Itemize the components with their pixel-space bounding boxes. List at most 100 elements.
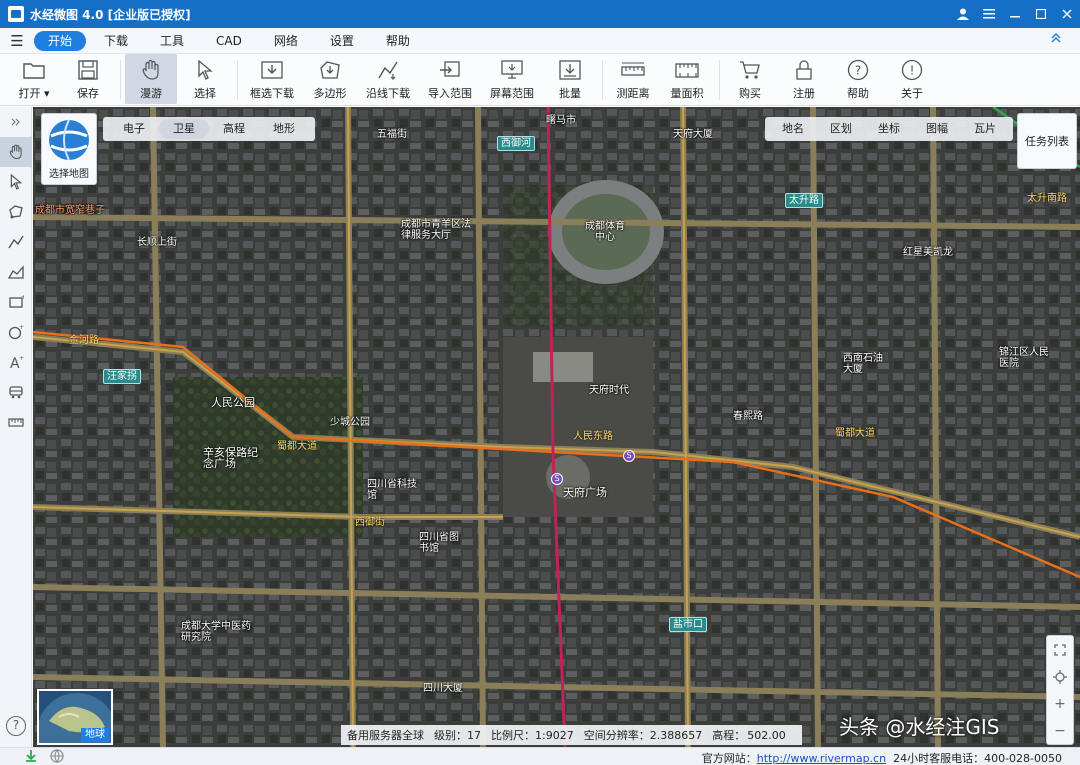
- select-button[interactable]: 选择: [179, 54, 231, 104]
- overview-label: 地球: [81, 728, 109, 742]
- poi-label: 成都市宽窄巷子: [35, 205, 105, 216]
- road-label: 蜀都大道: [835, 428, 875, 439]
- website-label: 官方网站：: [701, 752, 757, 765]
- hand-tool-icon[interactable]: [0, 137, 32, 167]
- map-type-satellite[interactable]: 卫星: [159, 119, 209, 139]
- measure-area-button[interactable]: 量面积: [661, 54, 713, 104]
- circle-tool-icon[interactable]: +: [0, 317, 32, 347]
- minimize-button[interactable]: [1002, 0, 1028, 28]
- marker-tool-icon[interactable]: [0, 197, 32, 227]
- line-tool-icon[interactable]: [0, 227, 32, 257]
- website-link[interactable]: http://www.rivermap.cn: [757, 752, 886, 765]
- globe-status-icon[interactable]: [50, 749, 64, 765]
- save-button[interactable]: 保存: [62, 54, 114, 104]
- poi-label: 成都市青羊区法律服务大厅: [401, 219, 471, 241]
- register-button[interactable]: 注册: [778, 54, 830, 104]
- import-extent-button[interactable]: 导入范围: [420, 54, 480, 104]
- import-extent-label: 导入范围: [428, 87, 472, 100]
- ruler-tool-icon[interactable]: [0, 407, 32, 437]
- about-button[interactable]: ! 关于: [886, 54, 938, 104]
- menu-list-icon[interactable]: [976, 0, 1002, 28]
- hamburger-icon[interactable]: ☰: [0, 32, 34, 50]
- pan-button[interactable]: 漫游: [125, 54, 177, 104]
- map-scale: 比例尺：1:9027: [491, 729, 574, 742]
- road-label: 蜀都大道: [277, 441, 317, 452]
- menu-settings[interactable]: 设置: [316, 31, 368, 51]
- poi-label: 曙马市: [546, 115, 576, 126]
- expand-sidebar-icon[interactable]: [0, 107, 32, 137]
- map-type-vector[interactable]: 电子: [109, 119, 159, 139]
- menu-download[interactable]: 下载: [90, 31, 142, 51]
- batch-icon: [558, 58, 582, 82]
- menu-cad[interactable]: CAD: [202, 31, 256, 51]
- map-source-switcher[interactable]: 选择地图: [41, 113, 97, 185]
- satellite-imagery: [33, 107, 1080, 747]
- menu-network[interactable]: 网络: [260, 31, 312, 51]
- save-icon: [76, 58, 100, 82]
- layer-tiles[interactable]: 瓦片: [961, 119, 1009, 139]
- user-icon[interactable]: [950, 0, 976, 28]
- menu-help[interactable]: 帮助: [372, 31, 424, 51]
- batch-button[interactable]: 批量: [544, 54, 596, 104]
- collapse-ribbon-icon[interactable]: [1050, 32, 1062, 48]
- area-tool-icon[interactable]: [0, 257, 32, 287]
- server-name: 备用服务器全球: [347, 729, 424, 742]
- svg-text:?: ?: [855, 64, 861, 78]
- batch-label: 批量: [559, 87, 581, 100]
- about-label: 关于: [901, 87, 923, 100]
- map-type-tabs: 电子 卫星 高程 地形: [103, 117, 315, 141]
- toolbar-divider: [602, 60, 603, 100]
- map-zoom-control: + −: [1046, 635, 1074, 745]
- box-download-button[interactable]: 框选下载: [242, 54, 302, 104]
- line-download-label: 沿线下载: [366, 87, 410, 100]
- help-circle-icon[interactable]: ?: [6, 716, 26, 736]
- fullscreen-icon[interactable]: [1047, 636, 1073, 663]
- zoom-out-icon[interactable]: −: [1047, 717, 1073, 744]
- map-type-terrain[interactable]: 地形: [259, 119, 309, 139]
- map-type-elevation[interactable]: 高程: [209, 119, 259, 139]
- vehicle-tool-icon[interactable]: [0, 377, 32, 407]
- text-tool-icon[interactable]: A +: [0, 347, 32, 377]
- rectangle-tool-icon[interactable]: +: [0, 287, 32, 317]
- purchase-button[interactable]: 购买: [724, 54, 776, 104]
- measure-distance-button[interactable]: 测距离: [607, 54, 659, 104]
- elevation-label: 高程：: [712, 729, 746, 742]
- open-button[interactable]: 打开 ▾: [8, 54, 60, 104]
- screen-extent-label: 屏幕范围: [490, 87, 534, 100]
- layer-sheets[interactable]: 图幅: [913, 119, 961, 139]
- poi-label: 锦江区人民医院: [999, 347, 1049, 369]
- metro-station-icon: S: [551, 473, 563, 485]
- overview-minimap[interactable]: 地球: [37, 689, 113, 745]
- metro-station-icon: S: [623, 450, 635, 462]
- locate-icon[interactable]: [1047, 663, 1073, 690]
- select-tool-icon[interactable]: [0, 167, 32, 197]
- menu-tools[interactable]: 工具: [146, 31, 198, 51]
- map-view[interactable]: 西御河 太升路 汪家拐 盐市口 金河路 人民东路 蜀都大道 蜀都大道 西御街 太…: [33, 107, 1080, 747]
- polygon-button[interactable]: 多边形: [304, 54, 356, 104]
- poi-label: 春熙路: [733, 411, 763, 422]
- road-sign: 太升路: [785, 193, 823, 208]
- poi-label: 成都大学中医药研究院: [181, 621, 251, 643]
- layer-coordinates[interactable]: 坐标: [865, 119, 913, 139]
- task-list-button[interactable]: 任务列表: [1017, 113, 1077, 169]
- layer-placenames[interactable]: 地名: [769, 119, 817, 139]
- poi-label: 辛亥保路纪念广场: [203, 446, 258, 470]
- polyline-icon: [376, 58, 400, 82]
- screen-extent-button[interactable]: 屏幕范围: [482, 54, 542, 104]
- maximize-button[interactable]: [1028, 0, 1054, 28]
- help-label: 帮助: [847, 87, 869, 100]
- window-controls: [950, 0, 1080, 28]
- question-icon: ?: [846, 58, 870, 82]
- toolbar-divider: [719, 60, 720, 100]
- title-bar: 水经微图 4.0 [企业版已授权]: [0, 0, 1080, 28]
- line-download-button[interactable]: 沿线下载: [358, 54, 418, 104]
- zoom-in-icon[interactable]: +: [1047, 690, 1073, 717]
- poi-label: 五福街: [377, 129, 407, 140]
- layer-districts[interactable]: 区划: [817, 119, 865, 139]
- menu-start[interactable]: 开始: [34, 30, 87, 51]
- download-status-icon[interactable]: [24, 749, 38, 765]
- close-button[interactable]: [1054, 0, 1080, 28]
- help-button[interactable]: ? 帮助: [832, 54, 884, 104]
- hand-icon: [139, 58, 163, 82]
- polygon-download-icon: [318, 58, 342, 82]
